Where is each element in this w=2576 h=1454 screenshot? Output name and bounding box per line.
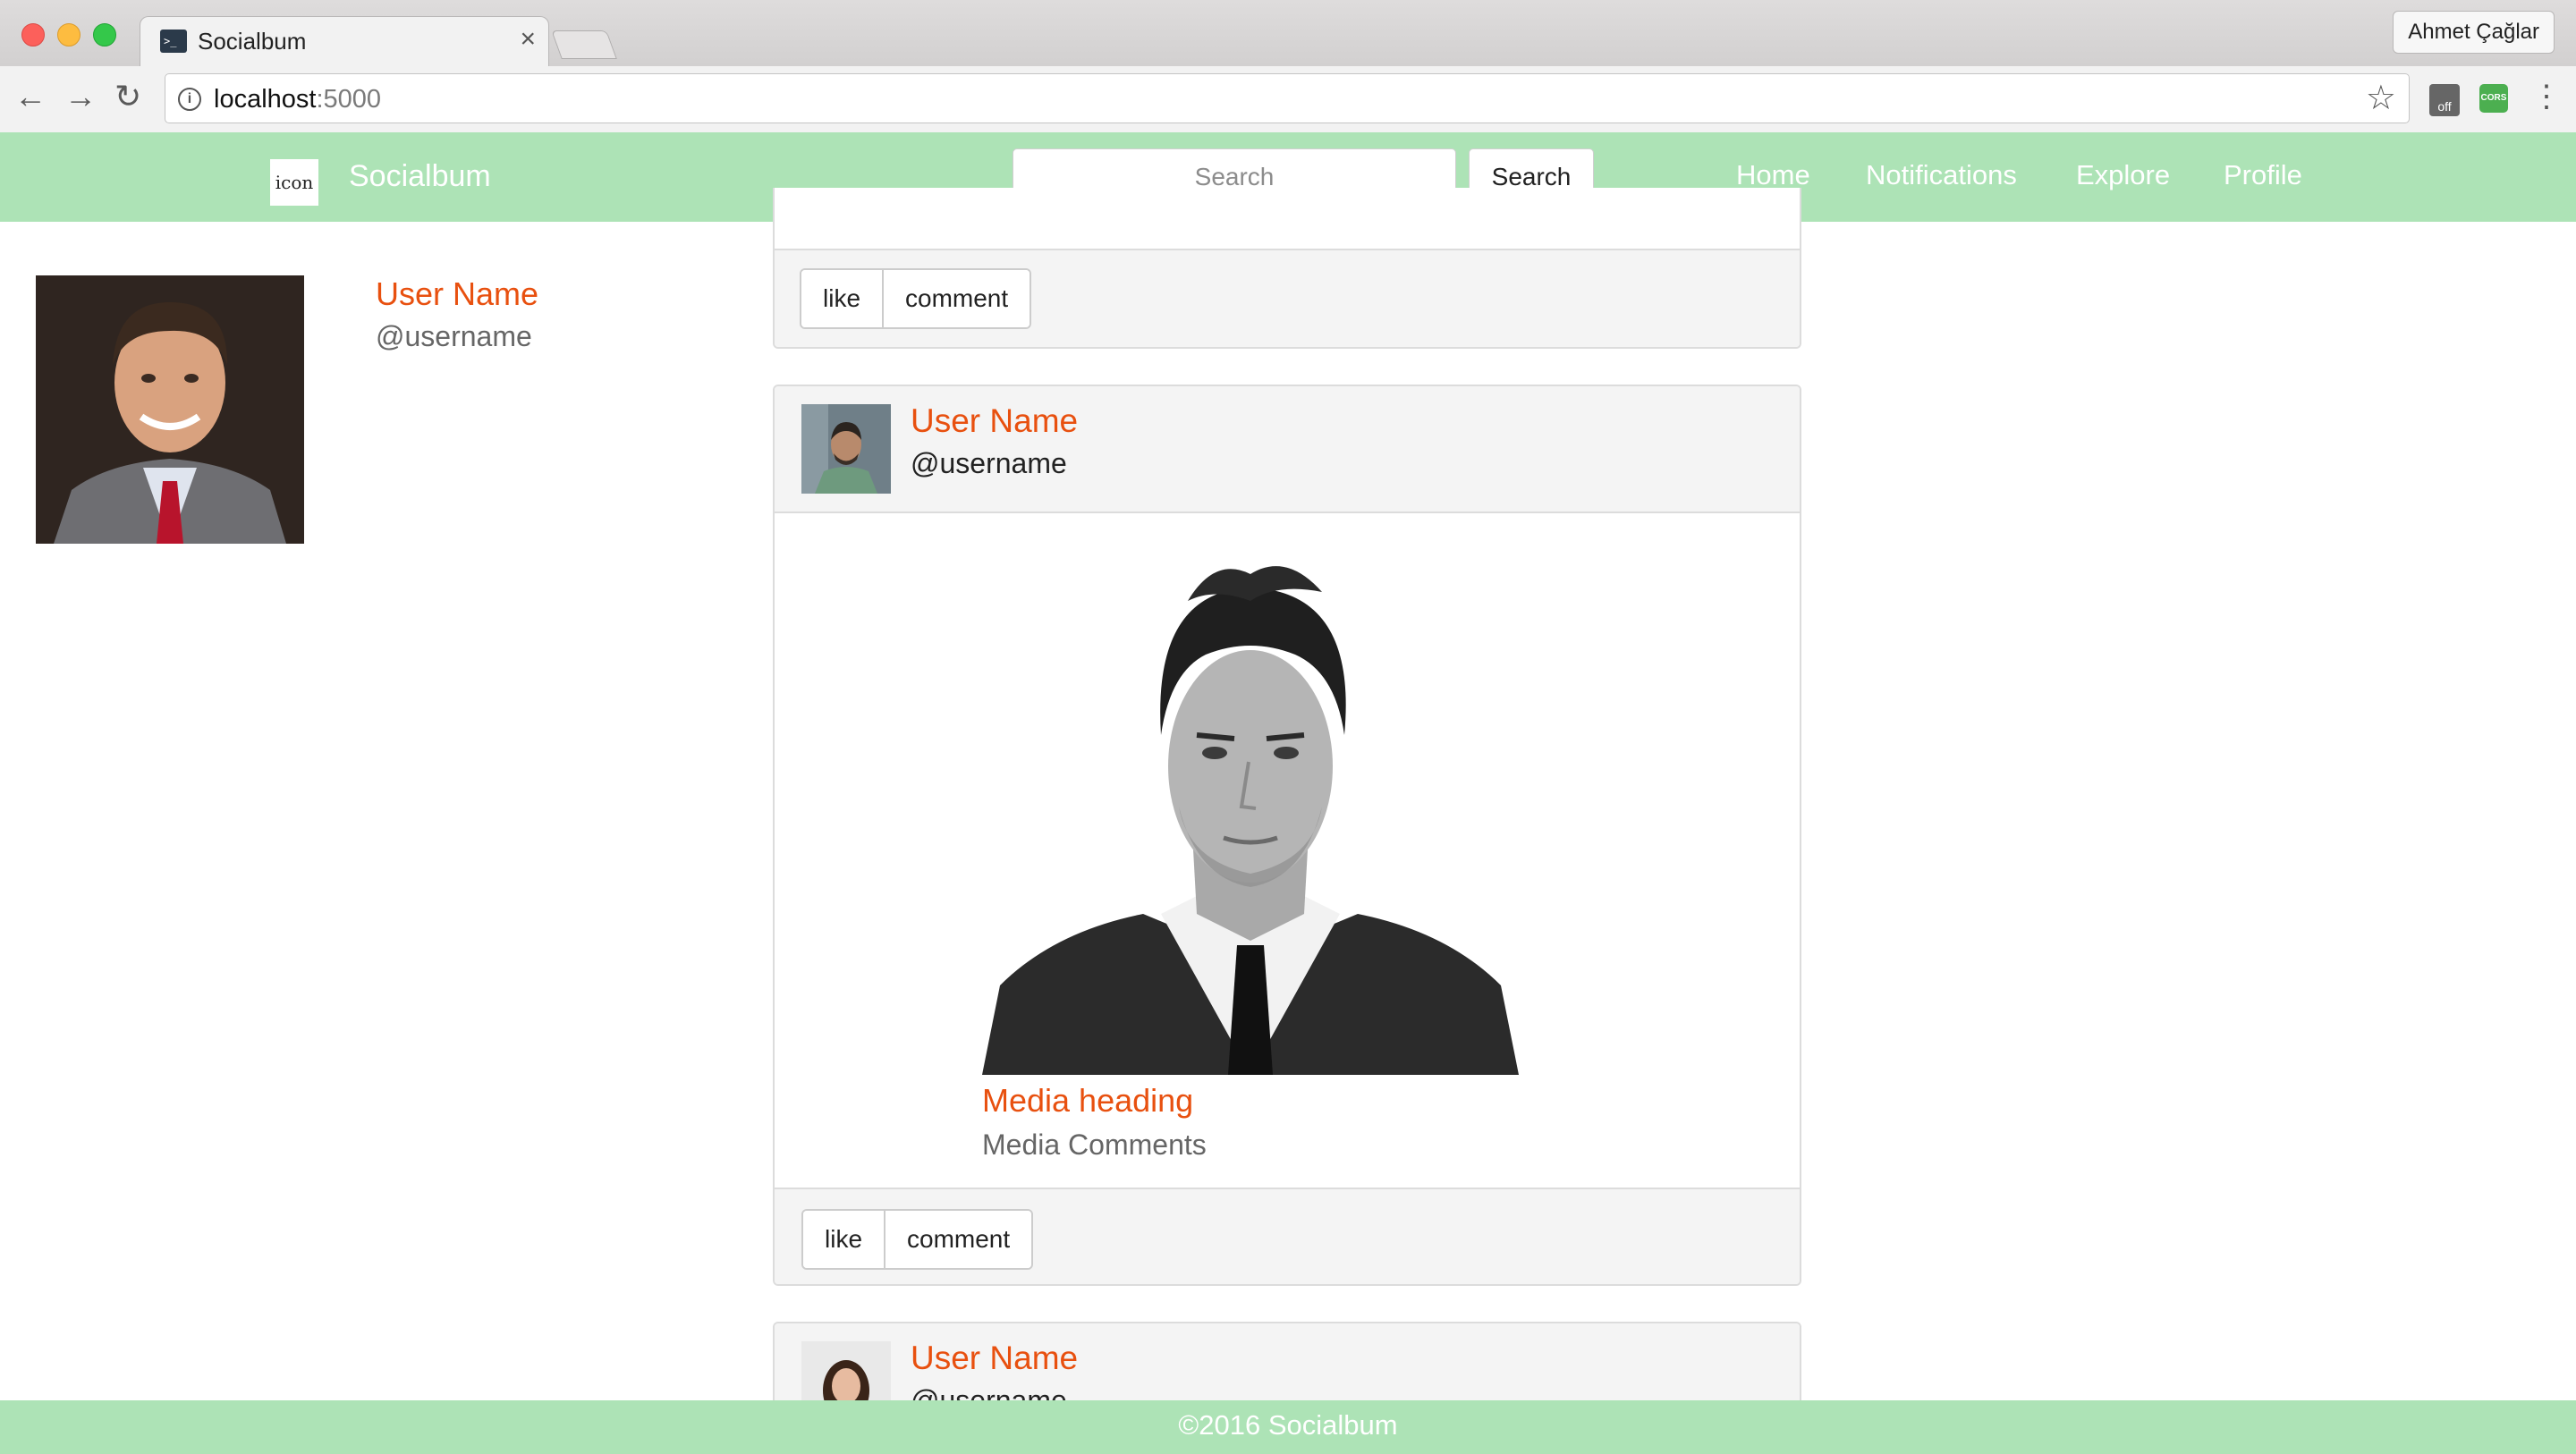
close-window-button[interactable] bbox=[21, 23, 45, 46]
post-author-avatar[interactable] bbox=[801, 404, 891, 494]
browser-tabstrip: >_ Socialbum × Ahmet Çağlar bbox=[0, 0, 2576, 68]
new-tab-button[interactable] bbox=[551, 30, 617, 59]
bookmark-star-icon[interactable]: ☆ bbox=[2366, 78, 2396, 118]
brand-name[interactable]: Socialbum bbox=[349, 159, 491, 194]
terminal-favicon-icon: >_ bbox=[160, 30, 187, 53]
like-button[interactable]: like bbox=[803, 1211, 885, 1268]
nav-link-profile[interactable]: Profile bbox=[2224, 159, 2302, 191]
post-panel: User Name @username Media heading Media … bbox=[773, 385, 1801, 1286]
post-author-name[interactable]: User Name bbox=[911, 402, 1078, 440]
brand-logo-icon[interactable]: icon bbox=[270, 159, 318, 206]
forward-arrow-icon[interactable]: → bbox=[64, 79, 97, 114]
post-actions: like comment bbox=[801, 1209, 1034, 1270]
browser-profile-button[interactable]: Ahmet Çağlar bbox=[2393, 11, 2555, 54]
browser-tab[interactable]: >_ Socialbum × bbox=[140, 16, 549, 68]
comment-button[interactable]: comment bbox=[884, 1211, 1032, 1268]
browser-toolbar: ← → ↻ i localhost:5000 ☆ off CORS ⋮ bbox=[0, 66, 2576, 133]
footer-copyright: ©2016 Socialbum bbox=[1178, 1409, 1398, 1441]
comment-button[interactable]: comment bbox=[882, 270, 1030, 327]
profile-avatar[interactable] bbox=[36, 275, 304, 544]
sidebar-user-handle: @username bbox=[376, 320, 532, 352]
address-bar[interactable]: i localhost:5000 ☆ bbox=[165, 73, 2410, 123]
post-actions: like comment bbox=[800, 268, 1032, 329]
url-host: localhost bbox=[214, 85, 317, 114]
post-footer: like comment bbox=[775, 1188, 1800, 1284]
site-footer: ©2016 Socialbum bbox=[0, 1400, 2576, 1454]
tab-close-icon[interactable]: × bbox=[520, 24, 536, 55]
back-arrow-icon[interactable]: ← bbox=[14, 79, 47, 114]
sidebar-user-name[interactable]: User Name bbox=[376, 275, 538, 313]
tab-title: Socialbum bbox=[198, 28, 307, 55]
maximize-window-button[interactable] bbox=[93, 23, 116, 46]
like-button[interactable]: like bbox=[801, 270, 883, 327]
minimize-window-button[interactable] bbox=[57, 23, 80, 46]
post-heading: User Name @username bbox=[775, 386, 1800, 513]
post-author-name[interactable]: User Name bbox=[911, 1340, 1078, 1377]
info-icon[interactable]: i bbox=[178, 88, 201, 111]
nav-link-notifications[interactable]: Notifications bbox=[1866, 159, 2017, 191]
post-footer-actions-previous: like comment bbox=[773, 249, 1801, 347]
post-author-handle: @username bbox=[911, 447, 1067, 479]
post-media-image[interactable] bbox=[982, 538, 1519, 1075]
media-heading[interactable]: Media heading bbox=[982, 1082, 1193, 1120]
url-text: localhost:5000 bbox=[214, 85, 381, 114]
media-comments: Media Comments bbox=[982, 1129, 1207, 1161]
nav-link-explore[interactable]: Explore bbox=[2076, 159, 2170, 191]
url-port: :5000 bbox=[316, 85, 382, 114]
cors-extension-icon[interactable]: CORS bbox=[2479, 84, 2508, 113]
menu-dots-icon[interactable]: ⋮ bbox=[2531, 79, 2562, 114]
nav-link-home[interactable]: Home bbox=[1736, 159, 1810, 191]
reload-icon[interactable]: ↻ bbox=[114, 79, 141, 114]
off-extension-icon[interactable]: off bbox=[2429, 84, 2460, 116]
